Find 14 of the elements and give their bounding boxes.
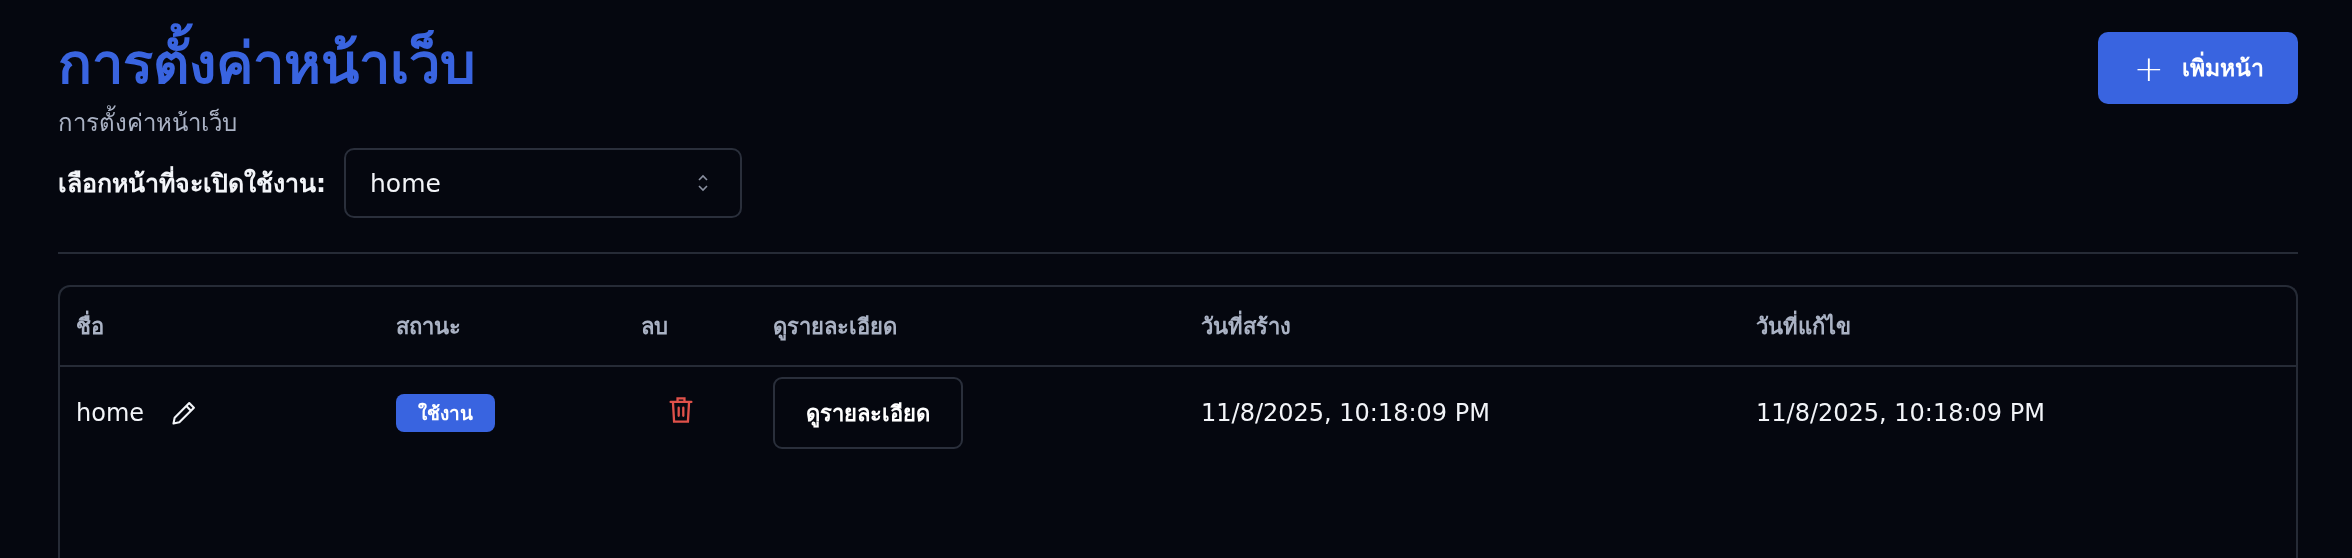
column-header: ลบ [641, 313, 668, 339]
page-subtitle: การตั้งค่าหน้าเว็บ [58, 106, 476, 140]
column-header: สถานะ [396, 313, 461, 339]
page-name: home [76, 399, 145, 427]
modified-date: 11/8/2025, 10:18:09 PM [1756, 399, 2045, 427]
add-page-button[interactable]: + เพิ่มหน้า [2097, 32, 2298, 104]
select-label: เลือกหน้าที่จะเปิดใช้งาน: [58, 163, 326, 203]
chevron-up-down-icon [696, 172, 710, 194]
status-badge: ใช้งาน [396, 394, 495, 432]
trash-icon[interactable] [667, 395, 695, 425]
column-header: ดูรายละเอียด [773, 313, 897, 339]
page-select[interactable]: home [344, 148, 742, 218]
created-date: 11/8/2025, 10:18:09 PM [1201, 399, 1490, 427]
view-details-button[interactable]: ดูรายละเอียด [773, 377, 963, 449]
